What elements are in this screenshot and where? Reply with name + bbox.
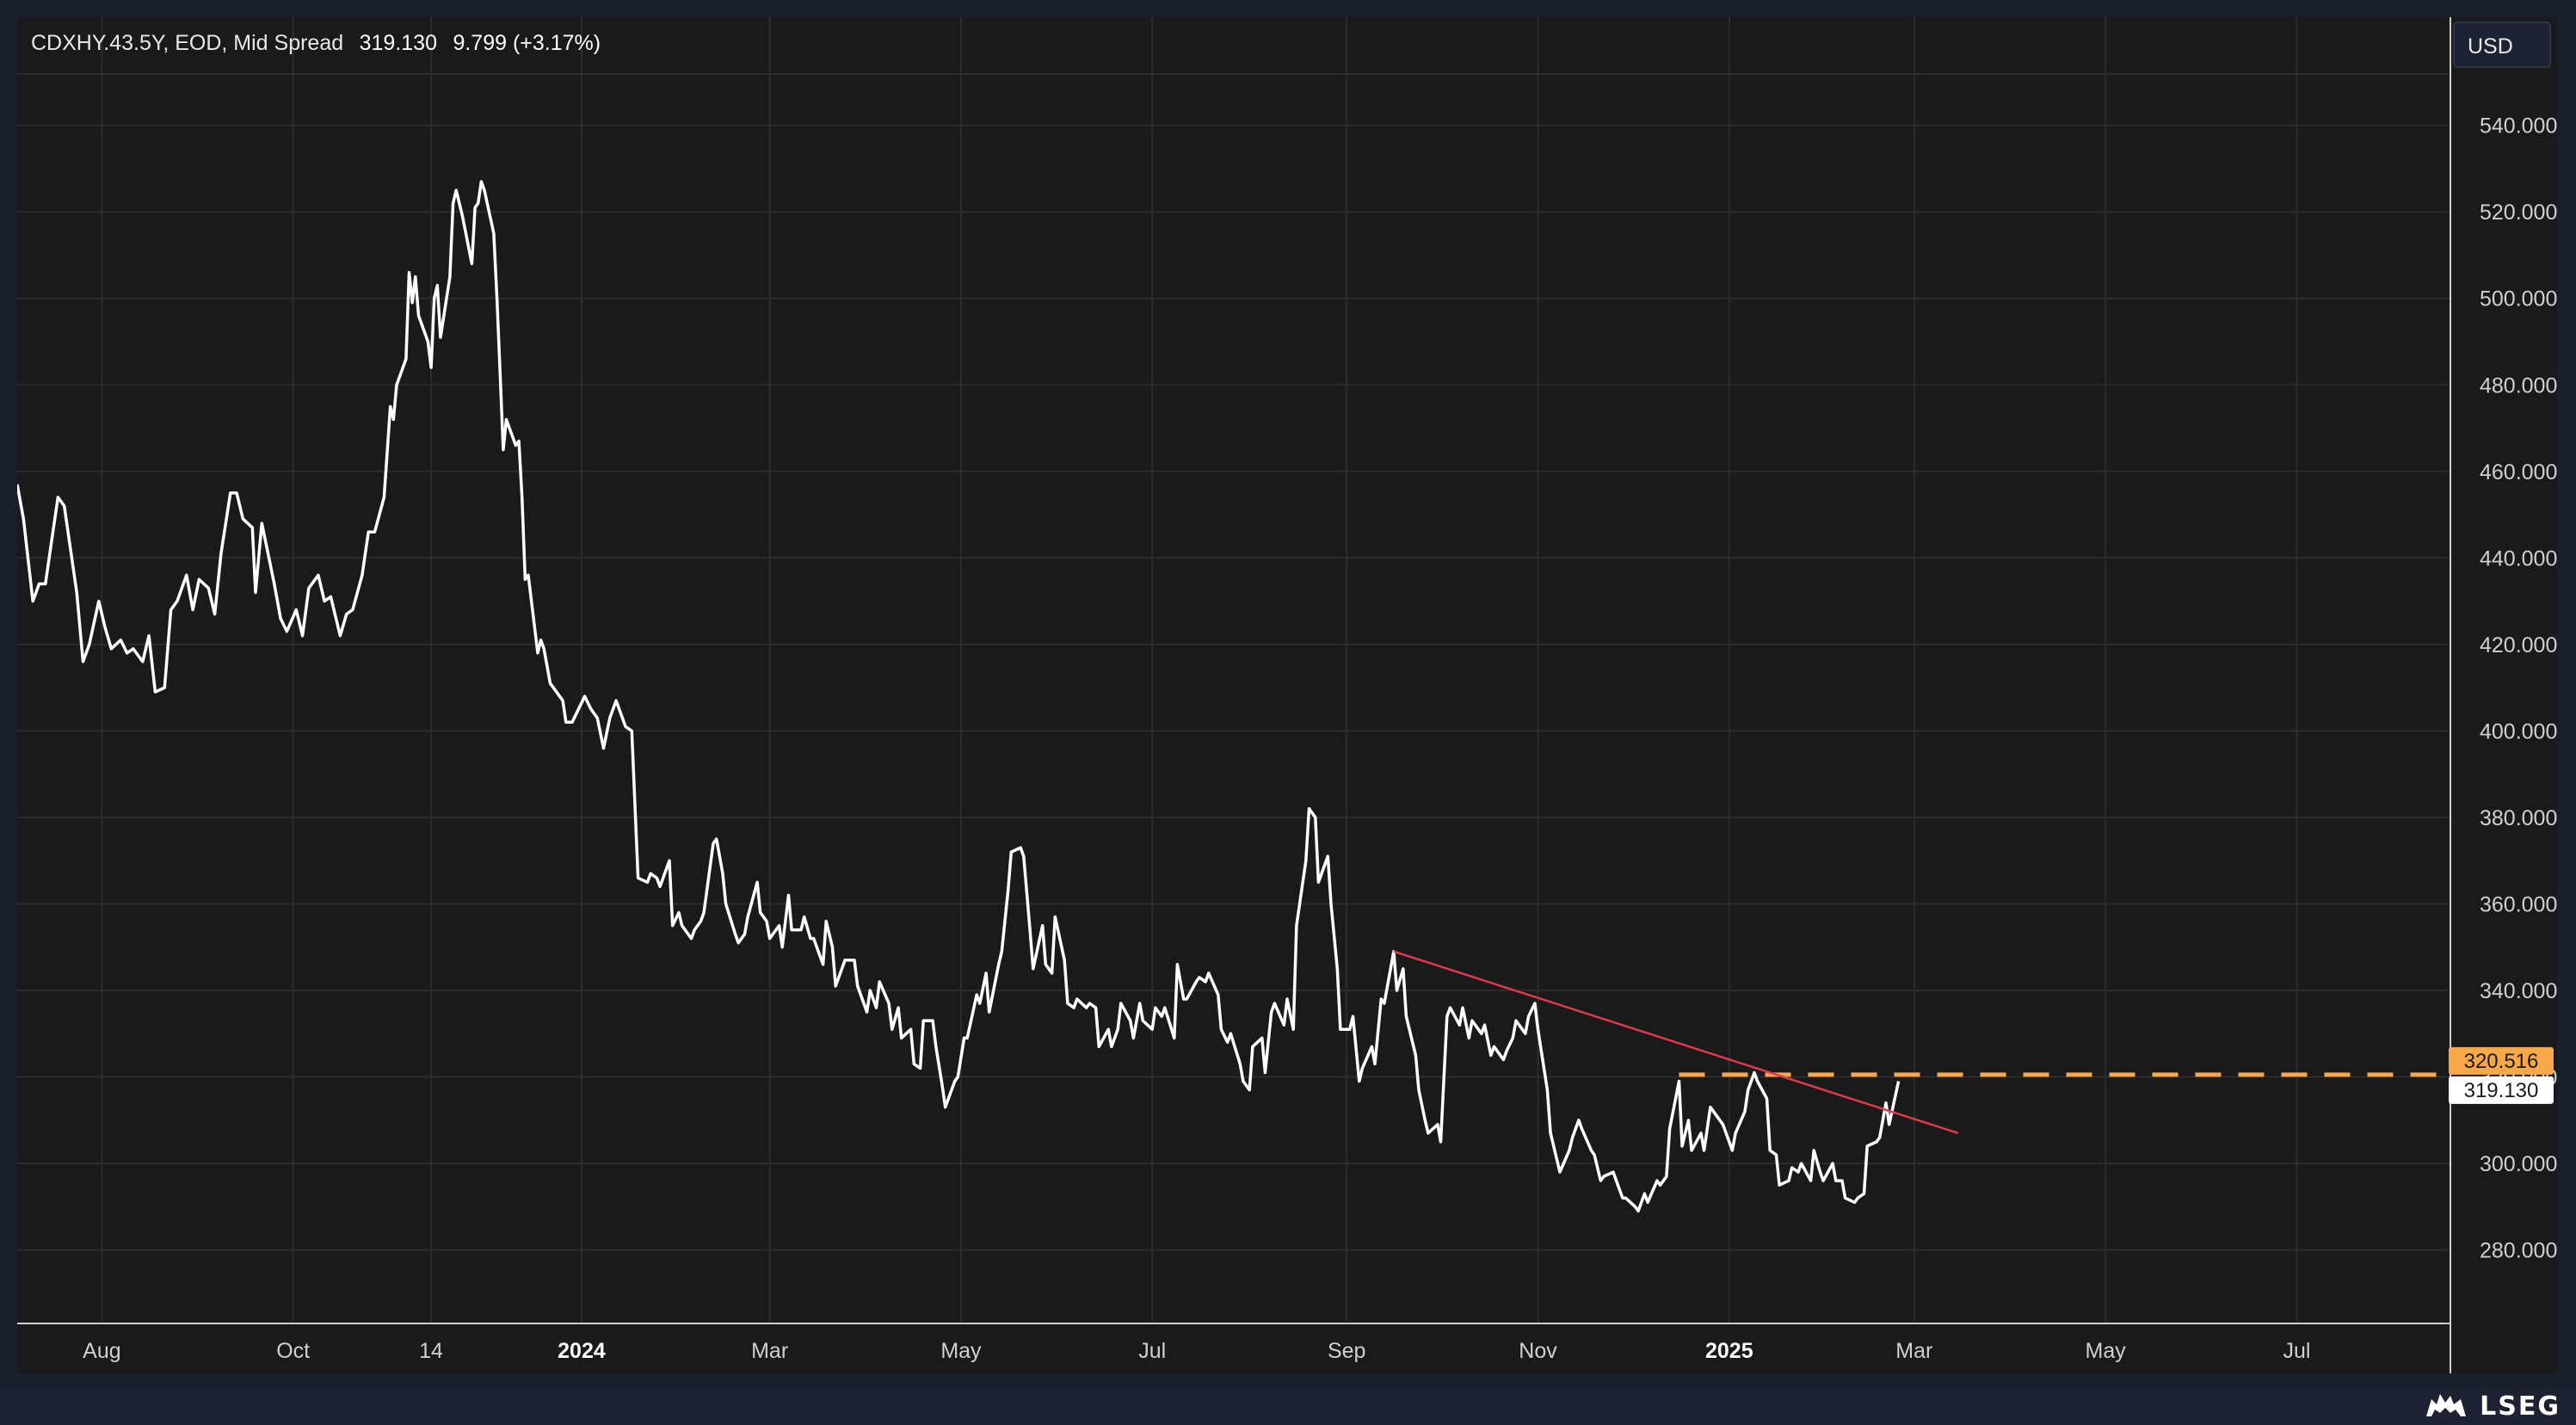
- instrument-label: CDXHY.43.5Y, EOD, Mid Spread: [31, 31, 343, 55]
- trend-line: [1393, 950, 1959, 1135]
- y-tick-label: 440.000: [2480, 546, 2557, 571]
- x-tick-label: 2025: [1705, 1339, 1753, 1363]
- y-tick-label: 340.000: [2480, 979, 2557, 1003]
- level-price-label: 320.516: [2464, 1050, 2539, 1073]
- x-tick-label: 2024: [558, 1339, 606, 1363]
- svg-text:CDXHY.43.5Y, EOD, Mid Spread: CDXHY.43.5Y, EOD, Mid Spread 319.130 9.7…: [31, 31, 601, 55]
- grid-lines: [17, 17, 2450, 1323]
- currency-label: USD: [2468, 34, 2513, 59]
- currency-button[interactable]: USD: [2453, 22, 2551, 68]
- y-tick-label: 360.000: [2480, 892, 2557, 916]
- x-tick-label: Sep: [1328, 1339, 1365, 1363]
- level-price-tag: 320.516: [2449, 1046, 2554, 1075]
- x-tick-label: May: [2086, 1339, 2127, 1363]
- price-chart[interactable]: 280.000300.000320.000340.000360.000380.0…: [17, 17, 2557, 1373]
- plot-area: [17, 180, 2450, 1213]
- y-tick-label: 380.000: [2480, 806, 2557, 830]
- y-tick-label: 300.000: [2480, 1152, 2557, 1176]
- change-value: 9.799 (+3.17%): [453, 31, 601, 55]
- y-tick-label: 500.000: [2480, 287, 2557, 312]
- y-tick-label: 460.000: [2480, 460, 2557, 484]
- lseg-logo: LSEG: [2423, 1387, 2561, 1425]
- y-axis: 280.000300.000320.000340.000360.000380.0…: [2450, 17, 2557, 1373]
- x-tick-label: Oct: [276, 1339, 310, 1363]
- current-price-tag: 319.130: [2449, 1076, 2554, 1104]
- x-tick-label: Mar: [1895, 1339, 1932, 1363]
- x-tick-label: 14: [419, 1339, 443, 1363]
- y-tick-label: 280.000: [2480, 1239, 2557, 1263]
- brand-name: LSEG: [2480, 1391, 2561, 1422]
- x-tick-label: Jul: [2283, 1339, 2310, 1363]
- x-tick-label: Aug: [83, 1339, 120, 1363]
- last-value: 319.130: [360, 31, 437, 55]
- x-tick-label: Jul: [1138, 1339, 1166, 1363]
- chart-frame: 280.000300.000320.000340.000360.000380.0…: [17, 17, 2557, 1373]
- y-tick-label: 400.000: [2480, 719, 2557, 743]
- x-axis: Aug Oct 14 2024 Mar May Jul Sep Nov 2025 Mar May Jul: [17, 1323, 2450, 1363]
- x-tick-label: Mar: [751, 1339, 788, 1363]
- y-tick-label: 420.000: [2480, 633, 2557, 657]
- price-line: [17, 180, 1901, 1213]
- footer-bar: [0, 1387, 2576, 1425]
- x-tick-label: Nov: [1519, 1339, 1557, 1363]
- y-tick-label: 520.000: [2480, 200, 2557, 225]
- lion-icon: [2426, 1394, 2467, 1416]
- current-price-label: 319.130: [2464, 1079, 2539, 1102]
- y-tick-label: 540.000: [2480, 114, 2557, 139]
- y-tick-label: 480.000: [2480, 373, 2557, 398]
- x-tick-label: May: [940, 1339, 982, 1363]
